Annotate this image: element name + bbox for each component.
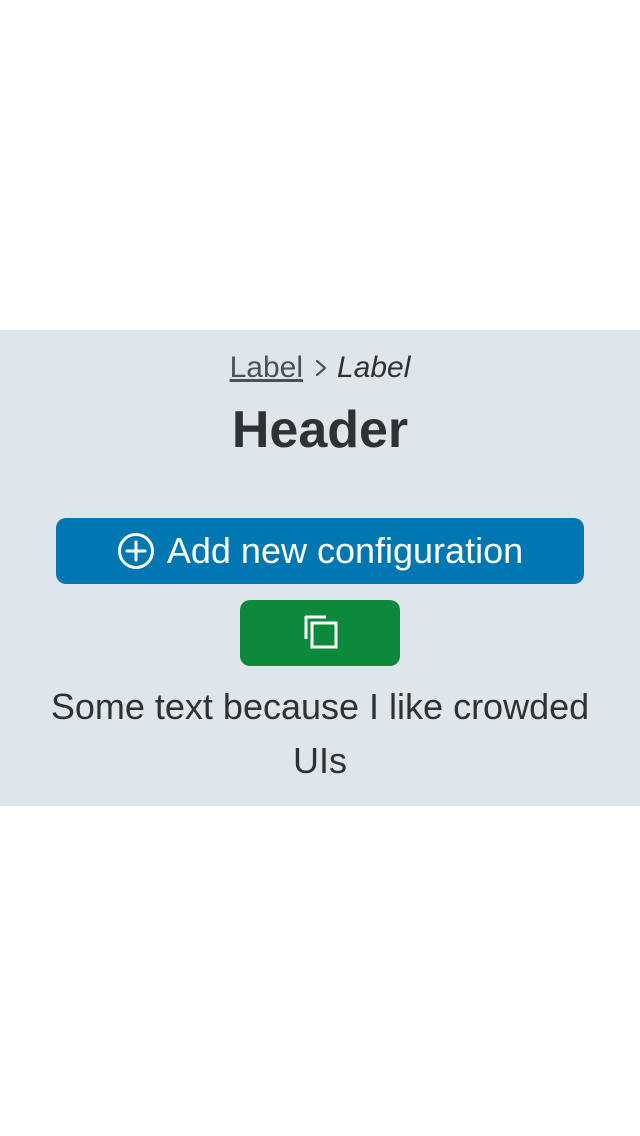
copy-button[interactable] xyxy=(240,600,400,666)
page-title: Header xyxy=(231,401,409,459)
plus-circle-icon xyxy=(117,532,155,570)
add-configuration-label: Add new configuration xyxy=(166,530,524,571)
breadcrumb-current: Label xyxy=(337,351,411,384)
breadcrumb: Label Label xyxy=(0,350,640,386)
copy-icon xyxy=(300,611,340,656)
breadcrumb-link[interactable]: Label xyxy=(230,351,303,384)
description-text: Some text because I like crowded UIs xyxy=(50,686,590,781)
page: Label Label Header Add new configuration xyxy=(0,0,640,1136)
content-panel: Label Label Header Add new configuration xyxy=(0,330,640,806)
add-configuration-button[interactable]: Add new configuration xyxy=(56,518,584,584)
chevron-right-icon xyxy=(315,359,327,377)
